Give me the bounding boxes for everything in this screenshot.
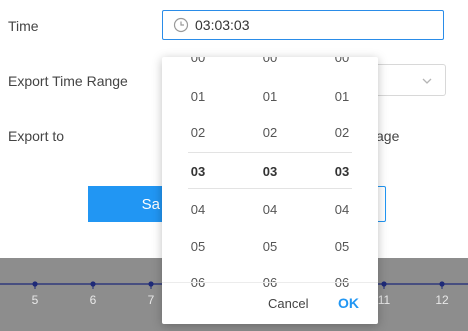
time-label: Time: [8, 18, 39, 34]
second-option[interactable]: 05: [306, 237, 378, 257]
minute-option[interactable]: 01: [234, 87, 306, 107]
picker-ok-button[interactable]: OK: [338, 295, 359, 311]
time-picker-dropdown: 00 01 02 03 04 05 06 00 01 02 03 04 05 06 00 01 02 03 04…: [162, 57, 378, 324]
timeline-marker[interactable]: [148, 281, 154, 287]
picker-cancel-button[interactable]: Cancel: [268, 296, 308, 311]
second-option[interactable]: 04: [306, 200, 378, 220]
second-option[interactable]: 02: [306, 123, 378, 143]
minute-column[interactable]: 00 01 02 03 04 05 06: [234, 57, 306, 290]
hour-option[interactable]: 02: [162, 123, 234, 143]
timeline-tick-label: 7: [147, 293, 155, 307]
hour-option[interactable]: 00: [162, 57, 234, 68]
export-to-option-text[interactable]: age: [376, 128, 399, 144]
hour-option[interactable]: 05: [162, 237, 234, 257]
save-button[interactable]: Sa: [88, 186, 166, 222]
hour-option[interactable]: 03: [162, 162, 234, 182]
picker-footer: Cancel OK: [162, 282, 378, 324]
second-column[interactable]: 00 01 02 03 04 05 06: [306, 57, 378, 290]
second-option[interactable]: 01: [306, 87, 378, 107]
timeline-tick-label: 11: [377, 293, 391, 307]
clock-icon: [173, 17, 189, 33]
second-option[interactable]: 03: [306, 162, 378, 182]
second-option[interactable]: 00: [306, 57, 378, 68]
timeline-marker[interactable]: [32, 281, 38, 287]
minute-option[interactable]: 02: [234, 123, 306, 143]
selection-line-bottom: [188, 188, 352, 189]
export-to-label: Export to: [8, 128, 65, 144]
hour-column[interactable]: 00 01 02 03 04 05 06: [162, 57, 234, 290]
timeline-tick-label: 12: [435, 293, 449, 307]
timeline-tick-label: 6: [89, 293, 97, 307]
hour-option[interactable]: 04: [162, 200, 234, 220]
minute-option[interactable]: 00: [234, 57, 306, 68]
hour-option[interactable]: 01: [162, 87, 234, 107]
minute-option[interactable]: 03: [234, 162, 306, 182]
timeline-tick-label: 5: [31, 293, 39, 307]
timeline-marker[interactable]: [439, 281, 445, 287]
minute-option[interactable]: 05: [234, 237, 306, 257]
chevron-down-icon: [421, 74, 433, 86]
time-input[interactable]: 03:03:03: [162, 10, 444, 40]
selection-line-top: [188, 152, 352, 153]
minute-option[interactable]: 04: [234, 200, 306, 220]
timeline-marker[interactable]: [90, 281, 96, 287]
export-time-range-label: Export Time Range: [8, 73, 128, 89]
timeline-marker[interactable]: [381, 281, 387, 287]
time-value: 03:03:03: [195, 17, 250, 33]
